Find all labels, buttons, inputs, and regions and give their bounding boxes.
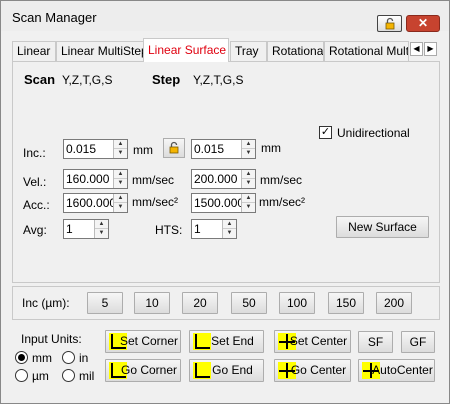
inc-step-spinner[interactable]: ▲ ▼ — [241, 140, 255, 158]
unit-label-um: µm — [32, 369, 49, 383]
go-end-button[interactable]: Go End — [189, 359, 264, 382]
inc-scan-unit: mm — [133, 143, 153, 157]
acc-step-input[interactable] — [192, 194, 243, 212]
tab-scroll-left-icon[interactable]: ◀ — [410, 42, 423, 56]
window-title: Scan Manager — [12, 10, 97, 25]
vel-label: Vel.: — [23, 175, 47, 189]
avg-spinner[interactable]: ▲ ▼ — [94, 220, 108, 238]
avg-field[interactable]: ▲▼ — [63, 219, 109, 239]
inc-scan-spinner[interactable]: ▲ ▼ — [113, 140, 127, 158]
inc-label: Inc.: — [23, 146, 46, 160]
unit-label-mm: mm — [32, 351, 52, 365]
tab-rotational[interactable]: Rotational — [267, 41, 324, 61]
inc-preset-button[interactable]: 50 — [231, 292, 267, 314]
inc-scan-field[interactable]: ▲▼ — [63, 139, 128, 159]
acc-label: Acc.: — [23, 198, 50, 212]
vel-step-unit: mm/sec — [260, 173, 302, 187]
acc-step-field[interactable]: ▲▼ — [191, 193, 256, 213]
acc-step-unit: mm/sec² — [259, 195, 305, 209]
vel-scan-input[interactable] — [64, 170, 113, 188]
sf-button[interactable]: SF — [358, 331, 393, 353]
hts-label: HTS: — [155, 223, 183, 237]
go-corner-button[interactable]: Go Corner — [105, 359, 181, 382]
inc-preset-button[interactable]: 10 — [134, 292, 170, 314]
tab-linear-surface[interactable]: Linear Surface — [143, 38, 229, 62]
title-bar: Scan Manager ✕ — [1, 1, 449, 32]
unit-radio-um[interactable] — [15, 369, 28, 382]
vel-step-input[interactable] — [192, 170, 241, 188]
scan-label: Scan — [24, 72, 56, 87]
inc-scan-input[interactable] — [64, 140, 113, 158]
linear-surface-panel: Scan Y,Z,T,G,S Step Y,Z,T,G,S ✓ Unidirec… — [12, 61, 440, 283]
set-corner-button[interactable]: Set Corner — [105, 330, 181, 353]
inc-step-unit: mm — [261, 141, 281, 155]
vel-scan-spinner[interactable]: ▲ ▼ — [113, 170, 127, 188]
vel-step-field[interactable]: ▲▼ — [191, 169, 256, 189]
unit-radio-in[interactable] — [62, 351, 75, 364]
set-center-button[interactable]: Set Center — [274, 330, 351, 353]
lock-icon[interactable] — [377, 15, 402, 32]
acc-scan-field[interactable]: ▲▼ — [63, 193, 128, 213]
unit-label-in: in — [79, 351, 89, 365]
auto-center-button[interactable]: AutoCenter — [358, 359, 435, 382]
go-center-button[interactable]: Go Center — [274, 359, 351, 382]
acc-scan-spinner[interactable]: ▲ ▼ — [113, 194, 127, 212]
unit-radio-mil[interactable] — [62, 369, 75, 382]
tab-tray[interactable]: Tray — [230, 41, 267, 61]
unidirectional-checkbox[interactable]: ✓ — [319, 126, 332, 139]
acc-scan-unit: mm/sec² — [132, 195, 178, 209]
inc-preset-button[interactable]: 150 — [328, 292, 364, 314]
input-units-label: Input Units: — [21, 332, 82, 346]
scan-axes-value: Y,Z,T,G,S — [62, 73, 113, 87]
vel-scan-unit: mm/sec — [132, 173, 174, 187]
inc-preset-button[interactable]: 20 — [182, 292, 218, 314]
unidirectional-label: Unidirectional — [337, 126, 410, 140]
avg-label: Avg: — [23, 223, 47, 237]
hts-input[interactable] — [192, 220, 222, 238]
avg-input[interactable] — [64, 220, 94, 238]
inc-step-input[interactable] — [192, 140, 241, 158]
set-end-button[interactable]: Set End — [189, 330, 264, 353]
inc-preset-button[interactable]: 100 — [279, 292, 315, 314]
tab-linear-multistep[interactable]: Linear MultiStep — [56, 41, 144, 61]
step-label: Step — [152, 72, 181, 87]
inc-preset-button[interactable]: 200 — [376, 292, 412, 314]
step-axes-value: Y,Z,T,G,S — [193, 73, 244, 87]
increment-presets: Inc (µm): 5 10 20 50 100 150 200 — [12, 286, 440, 320]
tab-rotational-mult[interactable]: Rotational Mult — [324, 41, 409, 61]
tab-scroll-right-icon[interactable]: ▶ — [424, 42, 437, 56]
inc-step-field[interactable]: ▲▼ — [191, 139, 256, 159]
acc-step-spinner[interactable]: ▲ ▼ — [241, 194, 255, 212]
gf-button[interactable]: GF — [401, 331, 435, 353]
new-surface-button[interactable]: New Surface — [336, 216, 429, 238]
unit-label-mil: mil — [79, 369, 95, 383]
close-button[interactable]: ✕ — [406, 15, 440, 32]
hts-spinner[interactable]: ▲ ▼ — [222, 220, 236, 238]
unit-radio-mm[interactable] — [15, 351, 28, 364]
vel-scan-field[interactable]: ▲▼ — [63, 169, 128, 189]
inc-preset-button[interactable]: 5 — [87, 292, 123, 314]
hts-field[interactable]: ▲▼ — [191, 219, 237, 239]
tab-linear[interactable]: Linear — [12, 41, 56, 61]
link-lock-icon[interactable] — [163, 138, 185, 158]
inc-um-label: Inc (µm): — [22, 296, 70, 310]
vel-step-spinner[interactable]: ▲ ▼ — [241, 170, 255, 188]
scan-manager-window: Scan Manager ✕ Linear Linear MultiStep L… — [0, 0, 450, 404]
acc-scan-input[interactable] — [64, 194, 115, 212]
